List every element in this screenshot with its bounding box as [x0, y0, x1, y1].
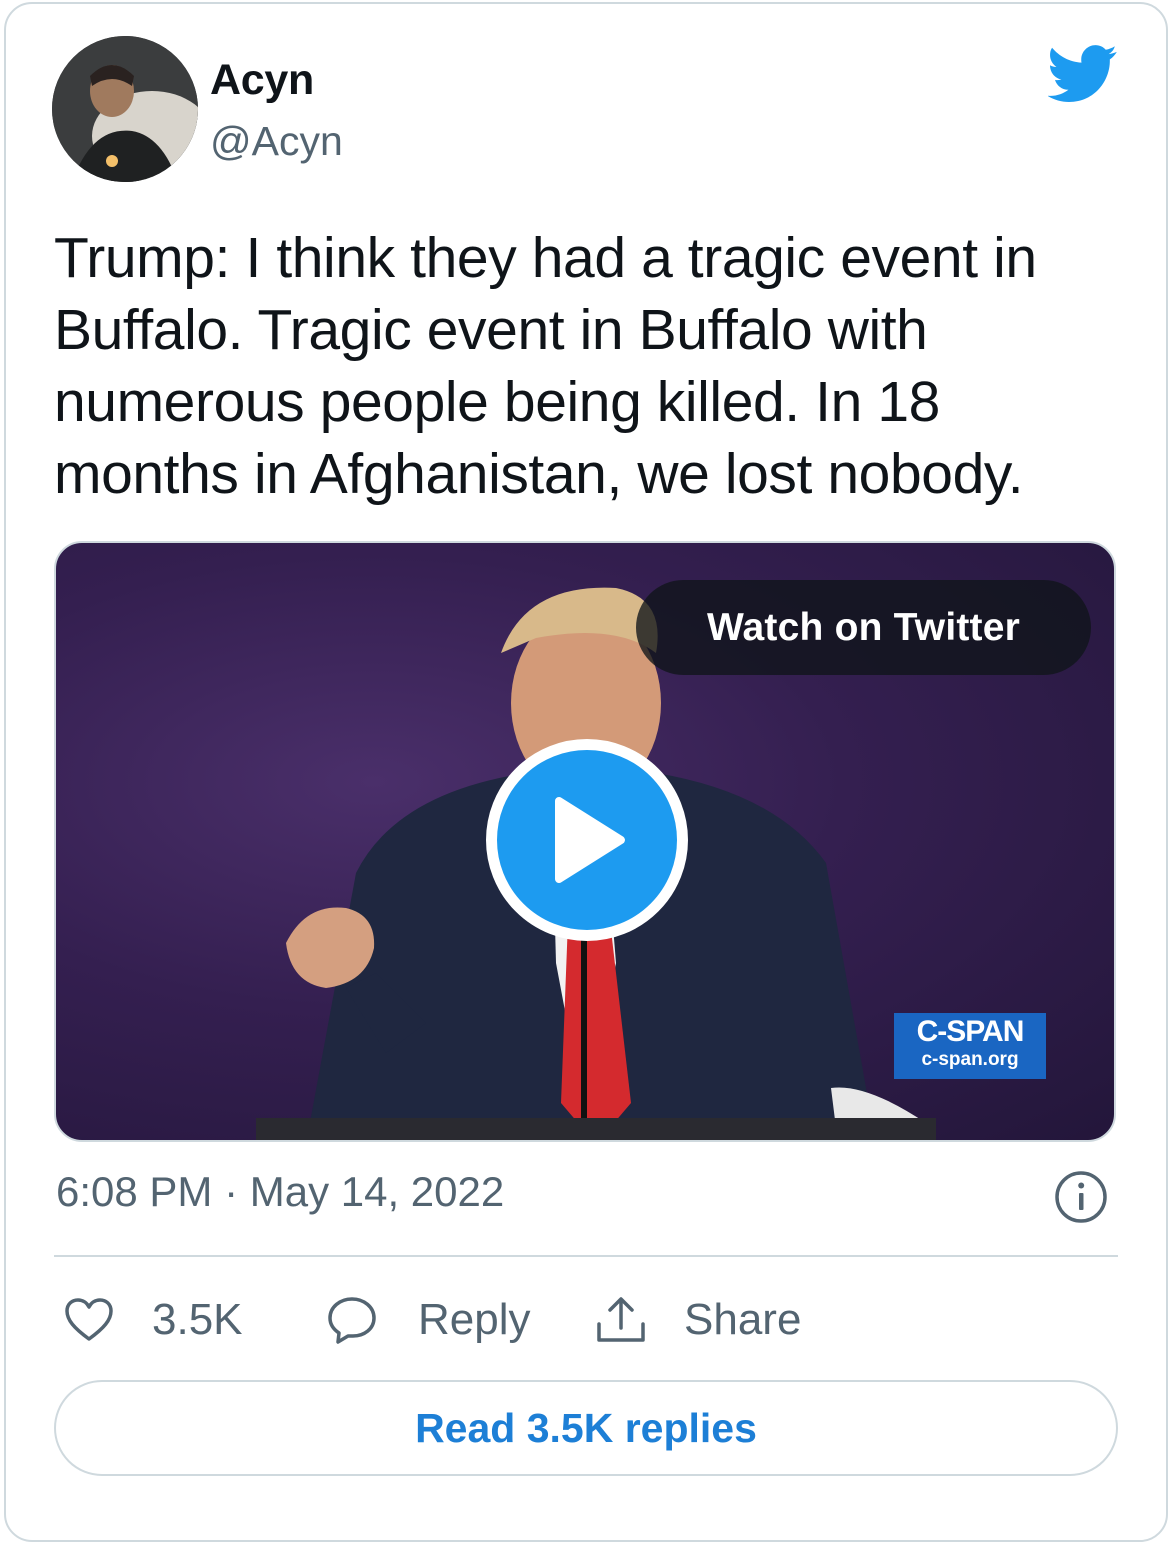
heart-icon	[65, 1298, 113, 1341]
tweet-text: Trump: I think they had a tragic event i…	[54, 226, 1037, 506]
tweet-timestamp[interactable]: 6:08 PM · May 14, 2022	[56, 1168, 504, 1216]
like-button[interactable]: 3.5K	[64, 1285, 243, 1355]
tweet-header: Acyn @Acyn	[52, 36, 1122, 186]
tweet-actions: 3.5K Reply Share	[54, 1285, 1118, 1355]
twitter-bird-icon[interactable]	[1048, 44, 1118, 104]
share-label: Share	[684, 1295, 802, 1344]
play-button[interactable]	[486, 739, 688, 941]
read-replies-button[interactable]: Read 3.5K replies	[54, 1380, 1118, 1476]
author-handle[interactable]: @Acyn	[210, 118, 343, 165]
cspan-watermark: C-SPAN c-span.org	[894, 1013, 1046, 1079]
like-count: 3.5K	[152, 1295, 243, 1344]
avatar[interactable]	[52, 36, 198, 182]
reply-button[interactable]: Reply	[326, 1285, 531, 1355]
reply-label: Reply	[418, 1295, 531, 1344]
share-upload-icon	[597, 1297, 645, 1342]
author-name[interactable]: Acyn	[210, 56, 314, 105]
play-icon	[555, 797, 625, 883]
video-player[interactable]: Watch on Twitter C-SPAN c-span.org	[54, 541, 1116, 1142]
cspan-url: c-span.org	[921, 1049, 1019, 1070]
watch-on-twitter-button[interactable]: Watch on Twitter	[636, 580, 1091, 675]
speech-bubble-icon	[328, 1297, 376, 1344]
info-icon[interactable]	[1054, 1170, 1108, 1224]
cspan-brand: C-SPAN	[916, 1015, 1025, 1048]
share-button[interactable]: Share	[594, 1285, 801, 1355]
divider	[54, 1255, 1118, 1257]
